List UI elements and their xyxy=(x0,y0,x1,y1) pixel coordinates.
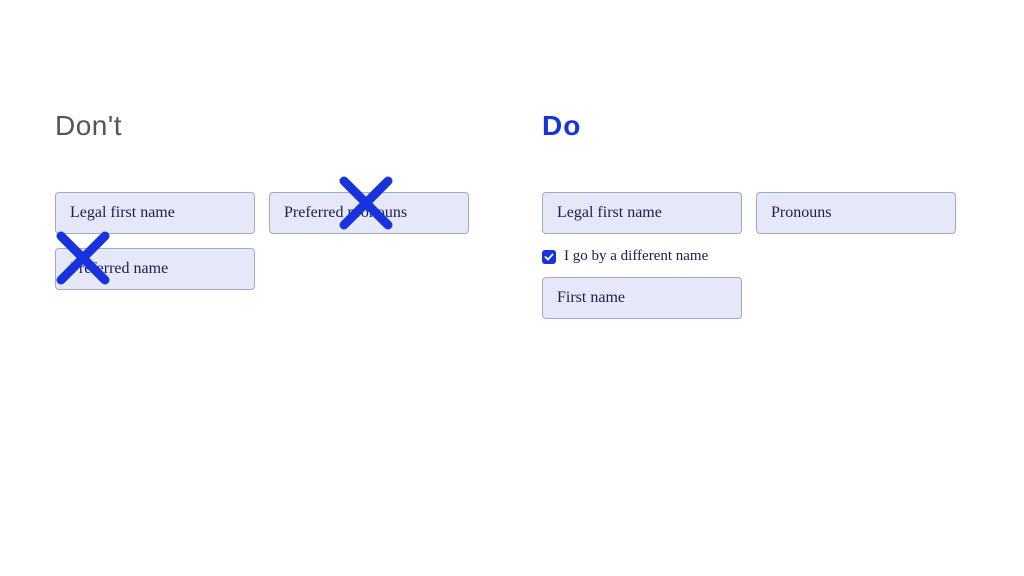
do-column: Do Legal first name Pronouns I go by a d… xyxy=(542,110,969,333)
field-label: Preferred name xyxy=(70,260,168,278)
dont-column: Don't Legal first name Preferred pronoun… xyxy=(55,110,482,333)
field-label: Preferred pronouns xyxy=(284,204,407,222)
dont-fields: Legal first name Preferred pronouns Pref… xyxy=(55,192,482,290)
checkbox-label: I go by a different name xyxy=(564,248,708,265)
legal-first-name-field[interactable]: Legal first name xyxy=(55,192,255,234)
do-fields: Legal first name Pronouns I go by a diff… xyxy=(542,192,969,319)
do-row-1: Legal first name Pronouns xyxy=(542,192,969,234)
field-label: Pronouns xyxy=(771,204,831,222)
legal-first-name-field[interactable]: Legal first name xyxy=(542,192,742,234)
first-name-field[interactable]: First name xyxy=(542,277,742,319)
different-name-checkbox[interactable] xyxy=(542,250,556,264)
dont-row-1: Legal first name Preferred pronouns xyxy=(55,192,482,234)
field-label: Legal first name xyxy=(557,204,662,222)
dont-heading: Don't xyxy=(55,110,482,142)
preferred-name-field[interactable]: Preferred name xyxy=(55,248,255,290)
different-name-checkbox-row: I go by a different name xyxy=(542,248,969,265)
field-label: First name xyxy=(557,289,625,307)
check-icon xyxy=(544,252,554,262)
dont-row-2: Preferred name xyxy=(55,248,482,290)
do-row-2: First name xyxy=(542,277,969,319)
preferred-pronouns-field[interactable]: Preferred pronouns xyxy=(269,192,469,234)
pronouns-field[interactable]: Pronouns xyxy=(756,192,956,234)
field-label: Legal first name xyxy=(70,204,175,222)
do-heading: Do xyxy=(542,110,969,142)
